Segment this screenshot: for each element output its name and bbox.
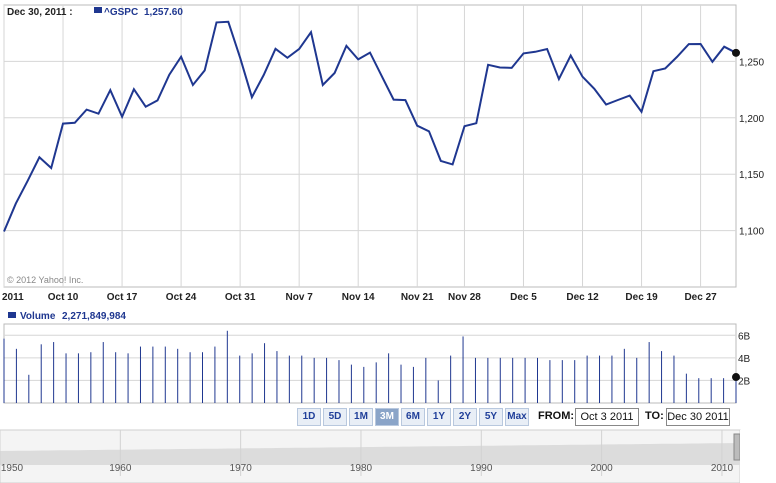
price-x-tick-label: Dec 5 — [510, 292, 537, 303]
price-grid — [3, 4, 737, 288]
price-x-tick-label: Nov 7 — [286, 292, 314, 303]
price-plot-frame — [3, 4, 737, 288]
range-1m-button[interactable]: 1M — [349, 408, 373, 426]
navigator-year-label: 1950 — [1, 463, 24, 474]
price-y-tick-label: 1,150 — [739, 170, 764, 181]
range-1d-button[interactable]: 1D — [297, 408, 321, 426]
volume-grid — [3, 323, 737, 404]
volume-label: Volume — [20, 311, 56, 322]
volume-y-tick-label: 4B — [738, 354, 751, 365]
copyright: © 2012 Yahoo! Inc. — [7, 275, 83, 285]
volume-end-marker — [732, 373, 740, 382]
range-1y-button[interactable]: 1Y — [427, 408, 451, 426]
volume-bars — [3, 330, 737, 403]
volume-swatch-icon — [8, 312, 16, 318]
to-label: TO: — [645, 410, 664, 422]
series-swatch-icon — [94, 7, 102, 13]
navigator-year-label: 1960 — [109, 463, 132, 474]
navigator-handle[interactable] — [733, 433, 741, 461]
navigator-gutter — [740, 430, 776, 483]
range-5y-button[interactable]: 5Y — [479, 408, 503, 426]
navigator-year-label: 2000 — [591, 463, 614, 474]
volume-plot-frame — [3, 323, 737, 404]
from-label: FROM: — [538, 410, 575, 422]
header-symbol: ^GSPC — [104, 7, 138, 18]
navigator-year-label: 1970 — [230, 463, 253, 474]
volume-chart: 6B 4B 2B Volume 2,271,849,984 — [3, 311, 751, 404]
price-x-tick-label: Nov 14 — [342, 292, 375, 303]
header-price: 1,257.60 — [144, 7, 183, 18]
price-y-tick-label: 1,100 — [739, 227, 764, 238]
range-3m-button[interactable]: 3M — [375, 408, 399, 426]
from-date-input[interactable]: Oct 3 2011 — [575, 408, 639, 426]
header-date: Dec 30, 2011 : — [7, 7, 73, 18]
price-x-tick-label: Dec 27 — [684, 292, 717, 303]
price-end-marker — [732, 48, 740, 57]
price-x-tick-label: Nov 28 — [448, 292, 481, 303]
price-chart: 2011 Oct 10 Oct 17 Oct 24 Oct 31 Nov 7 Nov 14 N… — [2, 4, 764, 303]
to-date-input[interactable]: Dec 30 2011 — [666, 408, 730, 426]
volume-y-axis: 6B 4B 2B — [738, 331, 751, 387]
price-y-tick-label: 1,250 — [739, 57, 764, 68]
price-x-tick-label: Nov 21 — [401, 292, 434, 303]
range-2y-button[interactable]: 2Y — [453, 408, 477, 426]
volume-value: 2,271,849,984 — [62, 311, 126, 322]
price-x-axis: 2011 Oct 10 Oct 17 Oct 24 Oct 31 Nov 7 Nov 14 N… — [2, 292, 717, 303]
price-x-tick-label: Dec 12 — [566, 292, 599, 303]
price-x-tick-label: Oct 31 — [225, 292, 256, 303]
navigator-year-label: 1980 — [350, 463, 373, 474]
range-selector: 1D 5D 1M 3M 6M 1Y 2Y 5Y Max — [297, 408, 529, 426]
price-y-axis: 1,100 1,150 1,200 1,250 — [739, 57, 764, 237]
price-y-tick-label: 1,200 — [739, 114, 764, 125]
price-x-tick-label: Dec 19 — [625, 292, 658, 303]
range-5d-button[interactable]: 5D — [323, 408, 347, 426]
volume-y-tick-label: 2B — [738, 376, 751, 387]
price-x-tick-label: Oct 17 — [107, 292, 138, 303]
volume-y-tick-label: 6B — [738, 331, 751, 342]
range-6m-button[interactable]: 6M — [401, 408, 425, 426]
price-line-series — [3, 20, 737, 232]
price-x-tick-label: Oct 10 — [48, 292, 79, 303]
timeline-navigator[interactable]: 1950 1960 1970 1980 1990 2000 2010 — [0, 429, 776, 483]
navigator-year-label: 2010 — [711, 463, 734, 474]
price-x-tick-label: 2011 — [2, 292, 24, 303]
range-max-button[interactable]: Max — [505, 408, 529, 426]
price-x-tick-label: Oct 24 — [166, 292, 197, 303]
navigator-year-label: 1990 — [470, 463, 493, 474]
